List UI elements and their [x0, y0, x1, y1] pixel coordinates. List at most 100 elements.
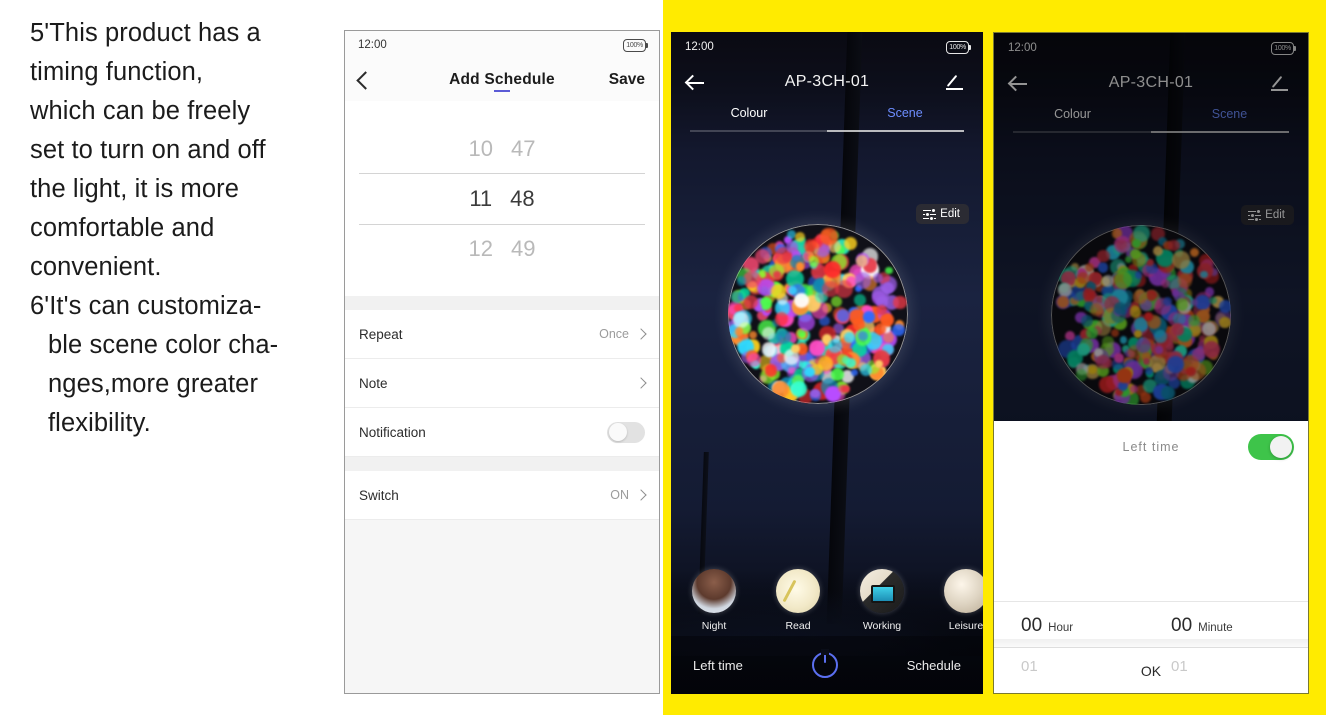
picker-minute: 49 [511, 235, 536, 261]
row-label: Repeat [359, 326, 403, 342]
picker-minute: 47 [511, 135, 536, 161]
sheet-header: Left time [994, 421, 1308, 473]
description-line: set to turn on and off [30, 136, 266, 164]
status-time: 12:00 [358, 39, 387, 51]
description-line: timing function, [30, 58, 204, 86]
description-line: ble scene color cha- [48, 331, 279, 359]
device-title: AP-3CH-01 [784, 73, 870, 90]
chevron-right-icon [635, 489, 647, 501]
screenshot-root: 5'This product has a timing function, wh… [0, 0, 1326, 715]
sheet-title: Left time [1122, 440, 1180, 454]
left-time-sheet: Left time 00 Hour 00 Minute 01 01 OK [994, 421, 1308, 693]
pencil-icon[interactable] [946, 73, 967, 91]
description-line: flexibility. [48, 409, 151, 437]
tab-bar: Colour Scene [671, 102, 983, 132]
row-value-group [635, 377, 647, 389]
save-button[interactable]: Save [609, 71, 645, 89]
picker-hour-value: 01 [1021, 658, 1038, 675]
tab-colour[interactable]: Colour [671, 106, 827, 132]
scene-item-leisure[interactable]: Leisure [939, 569, 983, 632]
status-bar: 12:00 100% [671, 32, 983, 62]
picker-row-dim[interactable]: 01 01 [994, 658, 1308, 675]
row-label: Notification [359, 424, 426, 440]
bottom-bar: Left time Schedule [671, 636, 983, 694]
edit-button-label: Edit [940, 208, 960, 220]
picker-minute-value: 00 [1171, 615, 1193, 636]
scene-label: Leisure [948, 620, 983, 632]
sheet-divider [994, 639, 1308, 647]
list-item-note[interactable]: Note [345, 359, 659, 408]
scene-label: Read [785, 620, 811, 632]
status-time: 12:00 [685, 41, 714, 53]
notification-toggle[interactable] [607, 421, 645, 443]
description-line: nges,more greater [48, 370, 259, 398]
picker-row-next[interactable]: 12 49 [345, 224, 659, 274]
picker-minute-unit: Minute [1198, 622, 1233, 634]
list-item-repeat[interactable]: Repeat Once [345, 310, 659, 359]
description-line: the light, it is more [30, 175, 240, 203]
picker-line-bottom [359, 224, 645, 225]
section-gap [345, 296, 659, 310]
picker-hour: 12 [468, 235, 493, 261]
row-value-group: Once [599, 327, 647, 341]
picker-cell-hour: 00 Hour [1021, 615, 1131, 637]
battery-icon: 100% [946, 40, 971, 54]
section-gap [345, 457, 659, 471]
picker-hour: 11 [469, 185, 493, 211]
schedule-button[interactable]: Schedule [907, 658, 961, 673]
picker-hour: 10 [468, 135, 493, 161]
description-line: 6'It's can customiza- [30, 292, 262, 320]
phone-screen-left-time-modal: 12:00 100% AP-3CH-01 Colour Scene Edit L… [993, 32, 1309, 694]
scene-label: Night [701, 620, 727, 632]
scene-thumbnail [944, 569, 983, 613]
tab-underline-inactive [689, 130, 827, 132]
list-item-switch[interactable]: Switch ON [345, 471, 659, 520]
sliders-icon [923, 208, 937, 221]
left-time-toggle[interactable] [1248, 434, 1294, 460]
scene-thumbnail [860, 569, 904, 613]
picker-line-top [359, 173, 645, 174]
scene-list[interactable]: Night Read Working Leisure S [671, 569, 983, 632]
picker-cell-hour: 01 [1021, 658, 1131, 675]
picker-hour-value: 00 [1021, 615, 1043, 636]
picker-cell-minute: 01 [1171, 658, 1281, 675]
phone-screen-device-scene: 12:00 100% AP-3CH-01 Colour Scene Edit N… [671, 32, 983, 694]
row-label: Switch [359, 487, 399, 503]
picker-row-selected[interactable]: 00 Hour 00 Minute [994, 615, 1308, 637]
description-line: 5'This product has a [30, 19, 261, 47]
power-icon[interactable] [811, 652, 838, 678]
chevron-right-icon [635, 328, 647, 340]
tab-scene[interactable]: Scene [827, 106, 983, 132]
scene-item-working[interactable]: Working [855, 569, 909, 632]
tab-underline-active [827, 130, 965, 132]
edit-button[interactable]: Edit [916, 204, 969, 224]
left-time-button[interactable]: Left time [693, 658, 743, 673]
scene-label: Working [862, 620, 902, 632]
phone-screen-add-schedule: 12:00 100% Add Schedule Save 10 47 11 48 [344, 30, 660, 694]
picker-line [994, 601, 1308, 602]
row-label: Note [359, 375, 388, 391]
modal-dim-overlay[interactable] [994, 33, 1308, 421]
status-bar: 12:00 100% [345, 31, 659, 59]
list-item-notification[interactable]: Notification [345, 408, 659, 457]
picker-hour-unit: Hour [1048, 622, 1074, 634]
picker-row-selected[interactable]: 11 48 [345, 174, 659, 224]
row-value: Once [599, 327, 629, 341]
duration-picker[interactable]: 00 Hour 00 Minute 01 01 [994, 473, 1308, 675]
row-value-group: ON [610, 488, 647, 502]
scene-item-night[interactable]: Night [687, 569, 741, 632]
picker-row-previous[interactable]: 10 47 [345, 124, 659, 174]
picker-cell-minute: 00 Minute [1171, 615, 1281, 637]
time-picker[interactable]: 10 47 11 48 12 49 [345, 101, 659, 296]
picker-minute: 48 [510, 185, 535, 211]
row-value-group [607, 421, 645, 443]
description-line: comfortable and [30, 214, 215, 242]
title-underline [494, 90, 510, 92]
battery-icon: 100% [623, 38, 648, 52]
scene-item-read[interactable]: Read [771, 569, 825, 632]
empty-area [345, 520, 659, 693]
description-line: convenient. [30, 253, 162, 281]
light-ball-preview [728, 224, 908, 404]
chevron-right-icon [635, 377, 647, 389]
row-value: ON [610, 488, 629, 502]
